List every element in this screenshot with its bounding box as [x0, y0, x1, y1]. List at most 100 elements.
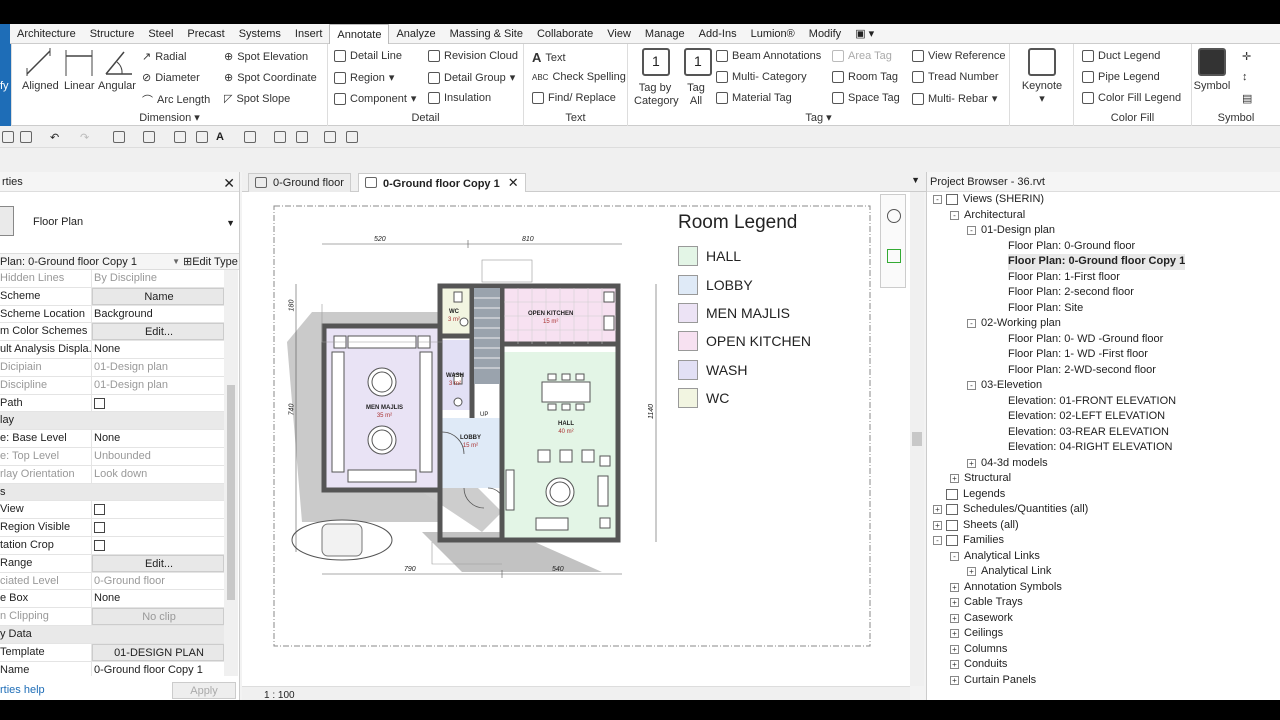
- properties-scrollbar[interactable]: [224, 270, 238, 676]
- tab-0-ground-floor-copy-1[interactable]: 0-Ground floor Copy 1 ✕: [358, 173, 526, 192]
- switch-windows-icon[interactable]: [346, 131, 358, 143]
- tab-annotate[interactable]: Annotate: [329, 23, 390, 44]
- sync-icon[interactable]: [20, 131, 32, 143]
- expand-icon[interactable]: +: [950, 598, 959, 607]
- text-icon[interactable]: A: [216, 131, 228, 143]
- tab-view[interactable]: View: [600, 24, 638, 44]
- checkbox[interactable]: [94, 539, 105, 551]
- tree-item[interactable]: + Cable Trays: [927, 595, 1280, 611]
- modify-button[interactable]: fy: [0, 44, 12, 126]
- print-icon[interactable]: [113, 131, 125, 143]
- spot-coordinate-button[interactable]: ⊕ Spot Coordinate: [224, 71, 317, 85]
- tab-insert[interactable]: Insert: [288, 24, 330, 44]
- spot-elevation-button[interactable]: ⊕ Spot Elevation: [224, 50, 308, 64]
- room-tag-open-kitchen[interactable]: OPEN KITCHEN 15 m²: [528, 310, 573, 326]
- checkbox[interactable]: [94, 504, 105, 516]
- slope-symbol-icon[interactable]: ↕: [1242, 71, 1248, 83]
- scroll-thumb[interactable]: [227, 385, 235, 600]
- thin-lines-icon[interactable]: [296, 131, 308, 143]
- scroll-thumb[interactable]: [912, 432, 922, 446]
- beam-annotations-button[interactable]: Beam Annotations: [716, 50, 821, 62]
- tab-steel[interactable]: Steel: [141, 24, 180, 44]
- undo-icon[interactable]: ↶: [50, 131, 62, 144]
- expand-icon[interactable]: +: [950, 582, 959, 592]
- region-button[interactable]: Region ▾: [334, 71, 394, 84]
- tab-collaborate[interactable]: Collaborate: [530, 24, 600, 44]
- property-button[interactable]: Name: [92, 287, 224, 305]
- tree-item[interactable]: + Columns: [927, 642, 1280, 658]
- detail-group-button[interactable]: Detail Group ▾: [428, 71, 515, 84]
- tree-item[interactable]: Floor Plan: 2-WD-second floor: [927, 363, 1280, 379]
- spot-slope-button[interactable]: ◸ Spot Slope: [224, 92, 290, 106]
- insulation-button[interactable]: Insulation: [428, 92, 491, 104]
- tab-add-ins[interactable]: Add-Ins: [692, 24, 744, 44]
- measure-icon[interactable]: [143, 131, 155, 143]
- expand-icon[interactable]: +: [950, 644, 959, 654]
- tag-icon[interactable]: [196, 131, 208, 143]
- tree-item[interactable]: + Structural: [927, 471, 1280, 487]
- tree-item[interactable]: Floor Plan: 0-Ground floor: [927, 239, 1280, 255]
- tree-item[interactable]: Floor Plan: 0- WD -Ground floor: [927, 332, 1280, 348]
- 3d-view-icon[interactable]: [244, 131, 256, 143]
- property-value[interactable]: 0-Ground floor: [92, 573, 224, 590]
- room-hall[interactable]: [504, 352, 616, 538]
- property-button[interactable]: No clip: [92, 608, 224, 625]
- color-fill-legend-button[interactable]: Color Fill Legend: [1082, 92, 1181, 104]
- apply-button[interactable]: Apply: [172, 682, 236, 699]
- edit-type-button[interactable]: ⊞Edit Type: [183, 254, 238, 269]
- modify-tab-stub[interactable]: [0, 23, 10, 44]
- tag-by-category-button[interactable]: Tag by Category: [634, 82, 679, 108]
- check-spelling-button[interactable]: ABC Check Spelling: [532, 71, 626, 83]
- tree-item[interactable]: Legends: [927, 487, 1280, 503]
- tab-list-icon[interactable]: ▼: [911, 175, 920, 185]
- checkbox[interactable]: [94, 397, 105, 409]
- tree-item[interactable]: -03-Elevetion: [927, 378, 1280, 394]
- property-checkbox[interactable]: [92, 501, 224, 518]
- room-lobby[interactable]: [442, 418, 502, 488]
- tag-all-button[interactable]: Tag All: [684, 82, 708, 108]
- property-button[interactable]: 01-DESIGN PLAN: [92, 643, 224, 661]
- tab-systems[interactable]: Systems: [232, 24, 288, 44]
- tab-precast[interactable]: Precast: [180, 24, 231, 44]
- tree-item[interactable]: - Analytical Links: [927, 549, 1280, 565]
- tab-0-ground-floor[interactable]: 0-Ground floor: [248, 173, 351, 192]
- dimension-panel-title[interactable]: Dimension ▾: [12, 111, 327, 124]
- rebar-symbol-icon[interactable]: ▤: [1242, 92, 1252, 105]
- property-value[interactable]: None: [92, 430, 224, 447]
- room-tag-hall[interactable]: HALL 40 m²: [558, 420, 574, 436]
- view-reference-button[interactable]: View Reference: [912, 50, 1005, 62]
- space-tag-button[interactable]: Space Tag: [832, 92, 900, 104]
- tree-item[interactable]: Floor Plan: 0-Ground floor Copy 1: [927, 254, 1280, 270]
- redo-icon[interactable]: ↷: [80, 131, 92, 144]
- property-value[interactable]: By Discipline: [92, 270, 224, 287]
- tree-item[interactable]: - Architectural: [927, 208, 1280, 224]
- property-group[interactable]: lay: [0, 412, 224, 431]
- property-value[interactable]: None: [92, 590, 224, 607]
- tree-item[interactable]: Elevation: 01-FRONT ELEVATION: [927, 394, 1280, 410]
- aligned-button[interactable]: Aligned: [22, 80, 59, 92]
- tree-item[interactable]: + Conduits: [927, 657, 1280, 673]
- tab-modify[interactable]: Modify: [802, 24, 848, 44]
- room-tag-wc[interactable]: WC 3 m²: [448, 308, 460, 324]
- close-icon[interactable]: ✕: [508, 175, 519, 190]
- multi-category-button[interactable]: Multi- Category: [716, 71, 807, 83]
- tree-item[interactable]: +04-3d models: [927, 456, 1280, 472]
- room-tag-lobby[interactable]: LOBBY 15 m²: [460, 434, 481, 450]
- tree-item[interactable]: + Annotation Symbols: [927, 580, 1280, 596]
- room-tag-men-majlis[interactable]: MEN MAJLIS 35 m²: [366, 404, 403, 420]
- qat-dropdown-icon[interactable]: ▣ ▾: [848, 24, 881, 44]
- expand-icon[interactable]: +: [967, 458, 976, 468]
- room-legend[interactable]: Room Legend HALL LOBBY MEN MAJLIS OPEN KITC…: [678, 212, 811, 412]
- collapse-icon[interactable]: -: [933, 195, 942, 204]
- tree-item[interactable]: + Casework: [927, 611, 1280, 627]
- find-replace-button[interactable]: Find/ Replace: [532, 92, 616, 104]
- tab-structure[interactable]: Structure: [83, 24, 142, 44]
- property-value[interactable]: None: [92, 341, 224, 358]
- tree-item[interactable]: Elevation: 04-RIGHT ELEVATION: [927, 440, 1280, 456]
- pipe-legend-button[interactable]: Pipe Legend: [1082, 71, 1160, 83]
- property-button[interactable]: Edit...: [92, 554, 224, 572]
- zoom-icon[interactable]: [887, 249, 901, 263]
- arc-length-button[interactable]: ⌒ Arc Length: [142, 92, 210, 108]
- revision-cloud-button[interactable]: Revision Cloud: [428, 50, 518, 62]
- property-button[interactable]: Edit...: [92, 323, 224, 341]
